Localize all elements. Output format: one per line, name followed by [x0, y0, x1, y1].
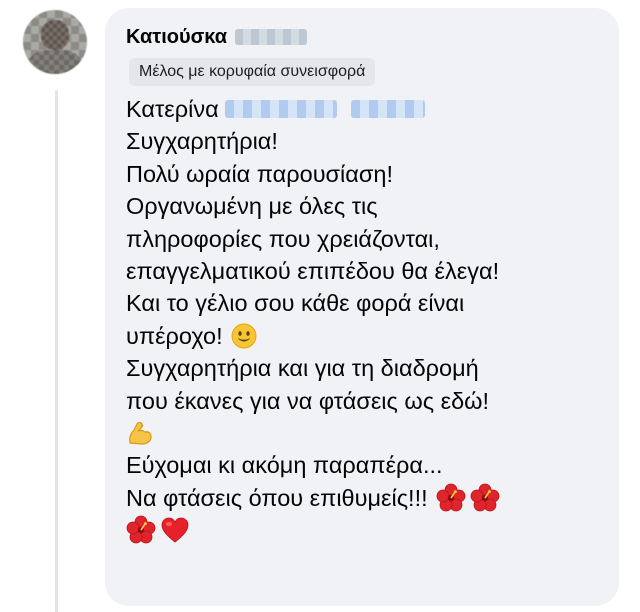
comment-line: Συγχαρητήρια! [126, 125, 606, 157]
comment-line: Να φτάσεις όπου επιθυμείς!!! [126, 482, 606, 514]
comment-line [126, 514, 606, 546]
comment-line-text: Να φτάσεις όπου επιθυμείς!!! [126, 484, 428, 511]
comment-line-text: Συγχαρητήρια! [126, 128, 278, 155]
hibiscus-emoji-icon [126, 515, 156, 545]
comment-line: Οργανωμένη με όλες τις [126, 190, 606, 222]
comment-line-text: επαγγελματικού επιπέδου θα έλεγα! [126, 257, 500, 284]
hibiscus-emoji-icon [436, 483, 466, 513]
avatar[interactable] [23, 10, 87, 74]
top-contributor-badge[interactable]: Μέλος με κορυφαία συνεισφορά [129, 58, 376, 86]
comment-line: Κατερίνα [126, 93, 606, 125]
emoji-group [126, 515, 190, 545]
comment-bubble: Κατιούσκα Μέλος με κορυφαία συνεισφορά Κ… [105, 8, 619, 606]
comment-line: Συγχαρητήρια και για τη διαδρομή [126, 352, 606, 384]
comment-line-text: Οργανωμένη με όλες τις [126, 193, 378, 220]
comment-line [126, 417, 606, 449]
comment-line: υπέροχο! [126, 320, 606, 352]
comment-line-text: που έκανες για να φτάσεις ως εδώ! [126, 387, 490, 414]
emoji-group [436, 483, 500, 513]
comment-line-text: πληροφορίες που χρειάζονται, [126, 225, 440, 252]
comment-line: πληροφορίες που χρειάζονται, [126, 223, 606, 255]
author-name[interactable]: Κατιούσκα [126, 25, 227, 49]
comment-line-text: υπέροχο! [126, 322, 223, 349]
comment-line-text: Εύχομαι κι ακόμη παραπέρα... [126, 452, 443, 479]
comment-line-text: Συγχαρητήρια και για τη διαδρομή [126, 355, 479, 382]
flexed-biceps-emoji-icon [126, 419, 154, 447]
redacted-mention[interactable] [224, 100, 337, 119]
avatar-face-blurred [41, 20, 69, 50]
comment-line-text: Κατερίνα [126, 96, 219, 122]
comment-line-text: Και το γέλιο σου κάθε φορά είναι [126, 290, 465, 317]
comment-line: επαγγελματικού επιπέδου θα έλεγα! [126, 255, 606, 287]
redacted-surname [235, 29, 308, 45]
comment-line: Εύχομαι κι ακόμη παραπέρα... [126, 449, 606, 481]
avatar-body-blurred [29, 50, 81, 74]
redacted-mention[interactable] [350, 100, 425, 119]
comment-text: Κατερίνα Συγχαρητήρια! Πολύ ωραία παρουσ… [126, 93, 606, 546]
comment-line: Και το γέλιο σου κάθε φορά είναι [126, 287, 606, 319]
smiling-face-emoji-icon [231, 323, 257, 349]
hibiscus-emoji-icon [470, 483, 500, 513]
comment-line: Πολύ ωραία παρουσίαση! [126, 158, 606, 190]
comment-line: που έκανες για να φτάσεις ως εδώ! [126, 385, 606, 417]
reply-thread-line [55, 90, 58, 612]
red-heart-emoji-icon [160, 516, 190, 544]
comment-line-text: Πολύ ωραία παρουσίαση! [126, 160, 393, 187]
author-row: Κατιούσκα [126, 25, 308, 49]
